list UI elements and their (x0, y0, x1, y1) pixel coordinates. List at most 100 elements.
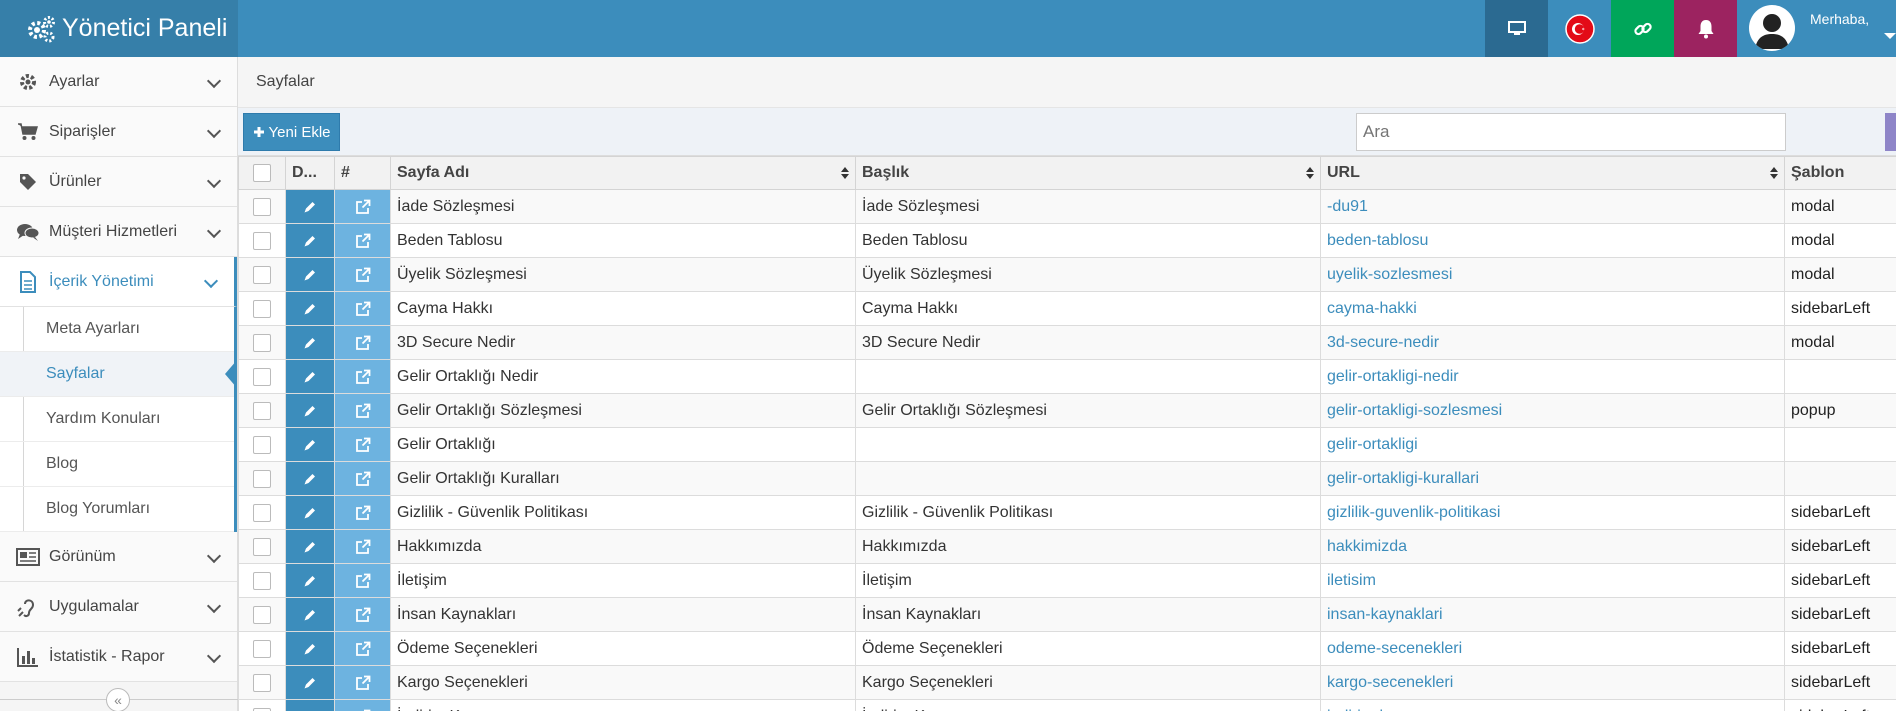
page-url-link[interactable]: gelir-ortakligi-sozlesmesi (1320, 393, 1785, 428)
open-page-button[interactable] (335, 258, 390, 291)
column-header-template[interactable]: Şablon (1784, 156, 1896, 190)
edit-button[interactable] (286, 700, 334, 711)
search-input[interactable] (1356, 113, 1786, 151)
open-page-button[interactable] (335, 326, 390, 359)
select-all-checkbox[interactable] (253, 164, 271, 182)
brand-logo[interactable]: Yönetici Paneli (0, 0, 238, 57)
open-page-button[interactable] (335, 224, 390, 257)
open-page-button[interactable] (335, 598, 390, 631)
table-row[interactable]: Ödeme Seçenekleri Ödeme Seçenekleri odeme-… (238, 631, 1896, 666)
open-page-button[interactable] (335, 530, 390, 563)
column-header-page-name[interactable]: Sayfa Adı (390, 156, 856, 190)
add-new-button[interactable]: Yeni Ekle (243, 113, 340, 151)
link-button[interactable] (1611, 0, 1674, 57)
user-menu[interactable]: Merhaba, (1743, 0, 1896, 57)
sidebar-item-musteri-hizmetleri[interactable]: Müşteri Hizmetleri (0, 207, 237, 257)
edit-button[interactable] (286, 666, 334, 699)
sidebar-item-urunler[interactable]: Ürünler (0, 157, 237, 207)
open-page-button[interactable] (335, 394, 390, 427)
row-checkbox[interactable] (253, 299, 271, 318)
table-row[interactable]: 3D Secure Nedir 3D Secure Nedir 3d-secure-… (238, 325, 1896, 360)
table-row[interactable]: İletişim İletişim iletisim sidebarLeft (238, 563, 1896, 598)
page-url-link[interactable]: uyelik-sozlesmesi (1320, 257, 1785, 292)
page-url-link[interactable]: insan-kaynaklari (1320, 597, 1785, 632)
table-row[interactable]: İndirim Kuponuİndirim Kuponuindirim-kupo… (238, 699, 1896, 711)
column-header-edit[interactable]: D... (285, 156, 335, 190)
open-page-button[interactable] (335, 360, 390, 393)
open-page-button[interactable] (335, 666, 390, 699)
table-row[interactable]: Gelir Ortaklığı Sözleşmesi Gelir Ortaklığ… (238, 393, 1896, 428)
table-row[interactable]: Hakkımızda Hakkımızda hakkimizda sidebarLef… (238, 529, 1896, 564)
row-checkbox[interactable] (253, 639, 271, 658)
monitor-button[interactable] (1485, 0, 1548, 57)
edit-button[interactable] (286, 224, 334, 257)
row-checkbox[interactable] (253, 265, 271, 284)
table-row[interactable]: İade Sözleşmesi İade Sözleşmesi -du91 modal (238, 189, 1896, 224)
table-row[interactable]: Gelir Ortaklığı gelir-ortakligi (238, 427, 1896, 462)
page-url-link[interactable]: beden-tablosu (1320, 223, 1785, 258)
row-checkbox[interactable] (253, 197, 271, 216)
page-url-link[interactable]: 3d-secure-nedir (1320, 325, 1785, 360)
edit-button[interactable] (286, 598, 334, 631)
page-url-link[interactable]: gizlilik-guvenlik-politikasi (1320, 495, 1785, 530)
open-page-button[interactable] (335, 462, 390, 495)
edit-button[interactable] (286, 190, 334, 223)
submenu-item-blog[interactable]: Blog (0, 442, 234, 487)
column-header-title[interactable]: Başlık (855, 156, 1321, 190)
page-url-link[interactable]: cayma-hakki (1320, 291, 1785, 326)
sidebar-item-siparisler[interactable]: Siparişler (0, 107, 237, 157)
page-url-link[interactable]: gelir-ortakligi (1320, 427, 1785, 462)
row-checkbox[interactable] (253, 401, 271, 420)
table-row[interactable]: Kargo Seçenekleri Kargo Seçenekleri kargo-… (238, 665, 1896, 700)
submenu-item-yardim-konulari[interactable]: Yardım Konuları (0, 397, 234, 442)
collapse-sidebar-button[interactable]: « (106, 688, 130, 711)
row-checkbox[interactable] (253, 333, 271, 352)
row-checkbox[interactable] (253, 605, 271, 624)
edit-button[interactable] (286, 496, 334, 529)
table-row[interactable]: Gizlilik - Güvenlik Politikası Gizlilik -… (238, 495, 1896, 530)
column-header-index[interactable]: # (334, 156, 391, 190)
row-checkbox[interactable] (253, 367, 271, 386)
edit-button[interactable] (286, 530, 334, 563)
edit-button[interactable] (286, 326, 334, 359)
open-page-button[interactable] (335, 428, 390, 461)
page-url-link[interactable]: indirim-kuponu (1320, 699, 1785, 711)
row-checkbox[interactable] (253, 231, 271, 250)
edit-button[interactable] (286, 258, 334, 291)
page-url-link[interactable]: gelir-ortakligi-nedir (1320, 359, 1785, 394)
open-page-button[interactable] (335, 632, 390, 665)
sidebar-item-istatistik-rapor[interactable]: İstatistik - Rapor (0, 632, 237, 682)
table-row[interactable]: Gelir Ortaklığı Kuralları gelir-ortakligi… (238, 461, 1896, 496)
table-row[interactable]: Gelir Ortaklığı Nedir gelir-ortakligi-ned… (238, 359, 1896, 394)
sidebar-item-icerik-yonetimi[interactable]: İçerik Yönetimi (0, 257, 237, 307)
edit-button[interactable] (286, 394, 334, 427)
row-checkbox[interactable] (253, 673, 271, 692)
open-page-button[interactable] (335, 190, 390, 223)
page-url-link[interactable]: iletisim (1320, 563, 1785, 598)
page-url-link[interactable]: gelir-ortakligi-kurallari (1320, 461, 1785, 496)
row-checkbox[interactable] (253, 707, 271, 711)
open-page-button[interactable] (335, 292, 390, 325)
sidebar-item-uygulamalar[interactable]: Uygulamalar (0, 582, 237, 632)
row-checkbox[interactable] (253, 503, 271, 522)
edit-button[interactable] (286, 564, 334, 597)
edit-button[interactable] (286, 632, 334, 665)
open-page-button[interactable] (335, 496, 390, 529)
edit-button[interactable] (286, 428, 334, 461)
row-checkbox[interactable] (253, 469, 271, 488)
table-row[interactable]: Üyelik Sözleşmesi Üyelik Sözleşmesi uyelik… (238, 257, 1896, 292)
open-page-button[interactable] (335, 700, 390, 711)
table-row[interactable]: Beden Tablosu Beden Tablosu beden-tablosu m… (238, 223, 1896, 258)
page-url-link[interactable]: -du91 (1320, 189, 1785, 224)
row-checkbox[interactable] (253, 537, 271, 556)
row-checkbox[interactable] (253, 571, 271, 590)
page-url-link[interactable]: kargo-secenekleri (1320, 665, 1785, 700)
edit-button[interactable] (286, 292, 334, 325)
sidebar-item-gorunum[interactable]: Görünüm (0, 532, 237, 582)
column-header-url[interactable]: URL (1320, 156, 1785, 190)
table-row[interactable]: İnsan Kaynakları İnsan Kaynakları insan-ka… (238, 597, 1896, 632)
table-row[interactable]: Cayma Hakkı Cayma Hakkı cayma-hakki sidebar… (238, 291, 1896, 326)
row-checkbox[interactable] (253, 435, 271, 454)
sidebar-item-ayarlar[interactable]: Ayarlar (0, 57, 237, 107)
notifications-button[interactable] (1674, 0, 1737, 57)
